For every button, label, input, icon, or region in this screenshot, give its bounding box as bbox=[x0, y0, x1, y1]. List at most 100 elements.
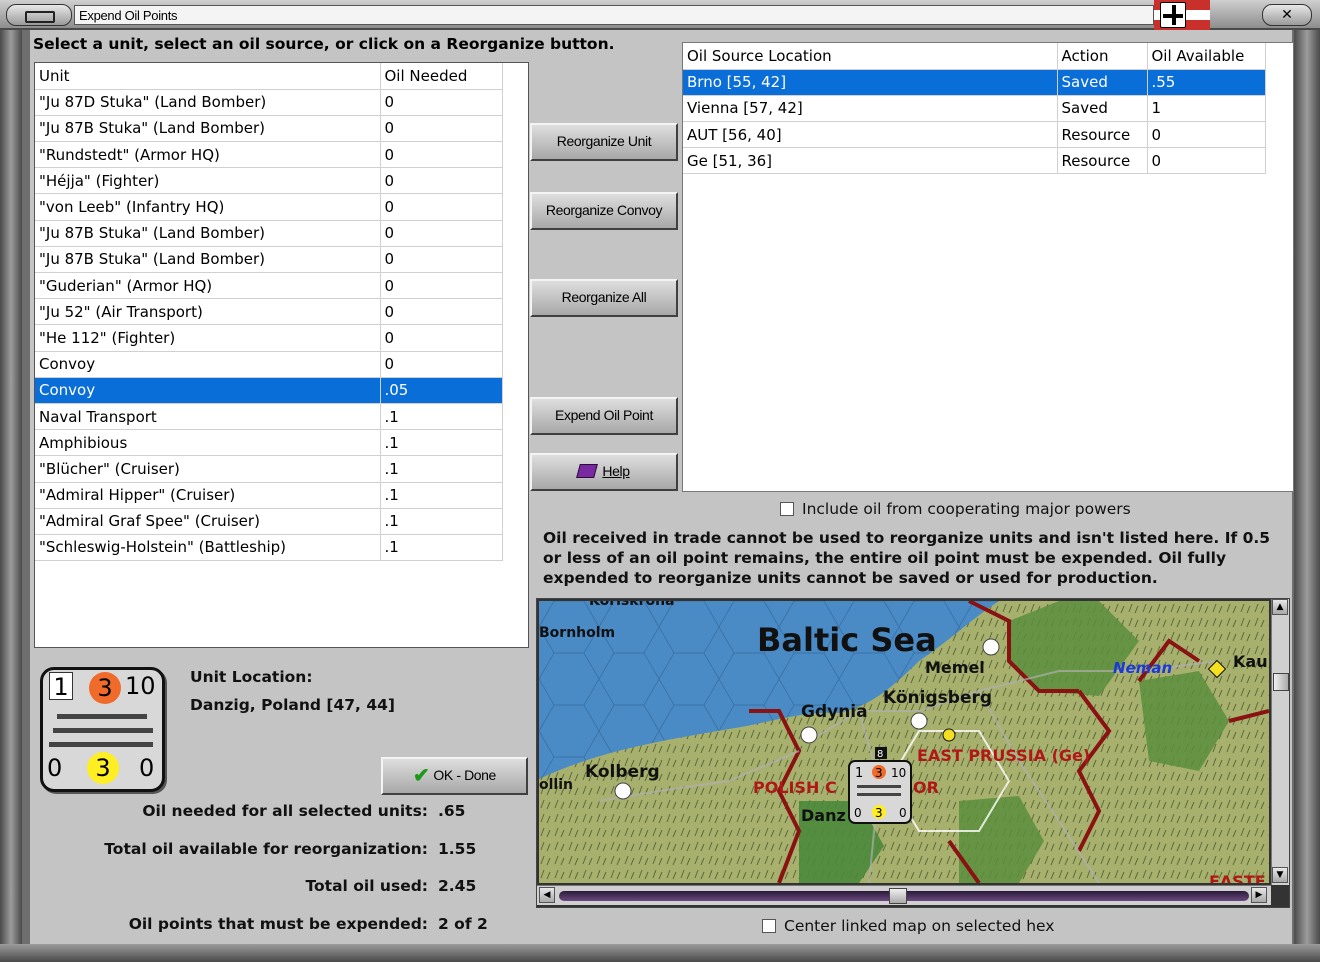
unit-table-row[interactable]: Convoy 0 bbox=[35, 351, 503, 378]
oil-needed-cell[interactable]: 0 bbox=[380, 193, 503, 221]
oil-needed-cell[interactable]: .1 bbox=[380, 482, 503, 509]
unit-name-cell[interactable]: "Ju 87B Stuka" (Land Bomber) bbox=[35, 246, 381, 274]
unit-name-cell[interactable]: "Ju 87B Stuka" (Land Bomber) bbox=[35, 115, 381, 143]
unit-name-cell[interactable]: "Guderian" (Armor HQ) bbox=[35, 272, 381, 300]
window-menu-button[interactable] bbox=[6, 4, 72, 26]
unit-table-row[interactable]: "von Leeb" (Infantry HQ) 0 bbox=[35, 193, 503, 221]
source-table-row[interactable]: Ge [51, 36] Resource 0 bbox=[683, 147, 1266, 175]
oil-available-cell[interactable]: .55 bbox=[1147, 69, 1266, 96]
column-header-oil-available[interactable]: Oil Available bbox=[1147, 43, 1266, 70]
unit-name-cell[interactable]: Convoy bbox=[35, 351, 381, 378]
unit-table-row[interactable]: Naval Transport .1 bbox=[35, 403, 503, 431]
unit-table-row[interactable]: Convoy .05 bbox=[35, 377, 503, 404]
source-table-row[interactable]: Vienna [57, 42] Saved 1 bbox=[683, 95, 1266, 123]
unit-name-cell[interactable]: "Schleswig-Holstein" (Battleship) bbox=[35, 534, 381, 562]
source-location-cell[interactable]: Ge [51, 36] bbox=[683, 147, 1058, 175]
source-location-cell[interactable]: Brno [55, 42] bbox=[683, 69, 1058, 96]
scroll-down-arrow-icon[interactable]: ▼ bbox=[1272, 867, 1288, 883]
unit-table-row[interactable]: "He 112" (Fighter) 0 bbox=[35, 324, 503, 352]
unit-table-row[interactable]: "Ju 87D Stuka" (Land Bomber) 0 bbox=[35, 89, 503, 116]
oil-needed-cell[interactable]: .1 bbox=[380, 429, 503, 457]
oil-available-cell[interactable]: 1 bbox=[1147, 95, 1266, 123]
unit-name-cell[interactable]: Naval Transport bbox=[35, 403, 381, 431]
column-header-action[interactable]: Action bbox=[1057, 43, 1148, 70]
vertical-scroll-thumb[interactable] bbox=[1273, 673, 1289, 691]
oil-available-cell[interactable]: 0 bbox=[1147, 121, 1266, 149]
unit-name-cell[interactable]: "Ju 87D Stuka" (Land Bomber) bbox=[35, 89, 381, 116]
unit-name-cell[interactable]: "von Leeb" (Infantry HQ) bbox=[35, 193, 381, 221]
unit-name-cell[interactable]: "Héjja" (Fighter) bbox=[35, 167, 381, 195]
map-horizontal-scrollbar[interactable]: ◀ ▶ bbox=[537, 885, 1271, 905]
close-button[interactable]: ✕ bbox=[1262, 4, 1312, 26]
unit-table-row[interactable]: "Blücher" (Cruiser) .1 bbox=[35, 455, 503, 483]
horizontal-scroll-thumb[interactable] bbox=[889, 888, 907, 904]
oil-needed-cell[interactable]: 0 bbox=[380, 141, 503, 169]
oil-needed-cell[interactable]: .1 bbox=[380, 403, 503, 431]
unit-table-row[interactable]: "Ju 52" (Air Transport) 0 bbox=[35, 298, 503, 326]
center-map-checkbox[interactable]: Center linked map on selected hex bbox=[762, 917, 1054, 935]
oil-needed-cell[interactable]: 0 bbox=[380, 272, 503, 300]
ok-done-button[interactable]: ✔ OK - Done bbox=[381, 757, 528, 795]
unit-table-row[interactable]: "Ju 87B Stuka" (Land Bomber) 0 bbox=[35, 246, 503, 274]
hex-map[interactable]: Baltic Sea Bornholm Memel Königsberg Gdy… bbox=[539, 601, 1269, 883]
source-action-cell[interactable]: Resource bbox=[1057, 147, 1148, 175]
reorganize-convoy-button[interactable]: Reorganize Convoy bbox=[530, 192, 678, 230]
unit-name-cell[interactable]: Amphibious bbox=[35, 429, 381, 457]
unit-table-row[interactable]: "Admiral Hipper" (Cruiser) .1 bbox=[35, 482, 503, 509]
checkbox-box[interactable] bbox=[780, 502, 794, 516]
oil-needed-cell[interactable]: 0 bbox=[380, 167, 503, 195]
oil-needed-cell[interactable]: 0 bbox=[380, 220, 503, 247]
reorganize-all-button[interactable]: Reorganize All bbox=[530, 279, 678, 317]
column-header-unit[interactable]: Unit bbox=[35, 63, 381, 90]
unit-name-cell[interactable]: "Ju 87B Stuka" (Land Bomber) bbox=[35, 220, 381, 247]
source-action-cell[interactable]: Saved bbox=[1057, 95, 1148, 123]
unit-table-row[interactable]: "Ju 87B Stuka" (Land Bomber) 0 bbox=[35, 220, 503, 247]
unit-name-cell[interactable]: "Blücher" (Cruiser) bbox=[35, 455, 381, 483]
expend-oil-point-button[interactable]: Expend Oil Point bbox=[530, 397, 678, 435]
unit-name-cell[interactable]: "Ju 52" (Air Transport) bbox=[35, 298, 381, 326]
column-header-location[interactable]: Oil Source Location bbox=[683, 43, 1058, 70]
scroll-up-arrow-icon[interactable]: ▲ bbox=[1272, 599, 1288, 615]
scroll-left-arrow-icon[interactable]: ◀ bbox=[539, 887, 555, 903]
source-table-row[interactable]: AUT [56, 40] Resource 0 bbox=[683, 121, 1266, 149]
oil-needed-cell[interactable]: 0 bbox=[380, 246, 503, 274]
unit-name-cell[interactable]: Convoy bbox=[35, 377, 381, 404]
oil-needed-cell[interactable]: .1 bbox=[380, 455, 503, 483]
unit-name-cell[interactable]: "Rundstedt" (Armor HQ) bbox=[35, 141, 381, 169]
oil-source-table[interactable]: Oil Source Location Action Oil Available… bbox=[682, 42, 1294, 492]
map-vertical-scrollbar[interactable]: ▲ ▼ bbox=[1271, 599, 1289, 885]
reorganize-unit-button[interactable]: Reorganize Unit bbox=[530, 123, 678, 161]
oil-needed-cell[interactable]: .1 bbox=[380, 508, 503, 535]
help-button[interactable]: Help bbox=[530, 453, 678, 491]
linked-map[interactable]: Baltic Sea Bornholm Memel Königsberg Gdy… bbox=[536, 598, 1290, 908]
unit-name-cell[interactable]: "Admiral Hipper" (Cruiser) bbox=[35, 482, 381, 509]
oil-available-cell[interactable]: 0 bbox=[1147, 147, 1266, 175]
unit-table[interactable]: Unit Oil Needed "Ju 87D Stuka" (Land Bom… bbox=[34, 62, 529, 648]
unit-name-cell[interactable]: "Admiral Graf Spee" (Cruiser) bbox=[35, 508, 381, 535]
unit-table-row[interactable]: Amphibious .1 bbox=[35, 429, 503, 457]
include-cooperating-oil-checkbox[interactable]: Include oil from cooperating major power… bbox=[780, 500, 1131, 518]
unit-table-row[interactable]: "Schleswig-Holstein" (Battleship) .1 bbox=[35, 534, 503, 562]
source-action-cell[interactable]: Saved bbox=[1057, 69, 1148, 96]
unit-table-row[interactable]: "Admiral Graf Spee" (Cruiser) .1 bbox=[35, 508, 503, 535]
map-label: Danz bbox=[801, 806, 846, 825]
oil-needed-cell[interactable]: 0 bbox=[380, 324, 503, 352]
scroll-right-arrow-icon[interactable]: ▶ bbox=[1251, 887, 1267, 903]
source-location-cell[interactable]: AUT [56, 40] bbox=[683, 121, 1058, 149]
unit-table-row[interactable]: "Rundstedt" (Armor HQ) 0 bbox=[35, 141, 503, 169]
oil-needed-cell[interactable]: 0 bbox=[380, 115, 503, 143]
unit-name-cell[interactable]: "He 112" (Fighter) bbox=[35, 324, 381, 352]
column-header-oil-needed[interactable]: Oil Needed bbox=[380, 63, 503, 90]
unit-table-row[interactable]: "Ju 87B Stuka" (Land Bomber) 0 bbox=[35, 115, 503, 143]
oil-needed-cell[interactable]: 0 bbox=[380, 89, 503, 116]
source-location-cell[interactable]: Vienna [57, 42] bbox=[683, 95, 1058, 123]
unit-table-row[interactable]: "Héjja" (Fighter) 0 bbox=[35, 167, 503, 195]
source-table-row[interactable]: Brno [55, 42] Saved .55 bbox=[683, 69, 1266, 96]
oil-needed-cell[interactable]: 0 bbox=[380, 298, 503, 326]
oil-needed-cell[interactable]: .1 bbox=[380, 534, 503, 562]
unit-table-row[interactable]: "Guderian" (Armor HQ) 0 bbox=[35, 272, 503, 300]
checkbox-box[interactable] bbox=[762, 919, 776, 933]
oil-needed-cell[interactable]: 0 bbox=[380, 351, 503, 378]
oil-needed-cell[interactable]: .05 bbox=[380, 377, 503, 404]
source-action-cell[interactable]: Resource bbox=[1057, 121, 1148, 149]
